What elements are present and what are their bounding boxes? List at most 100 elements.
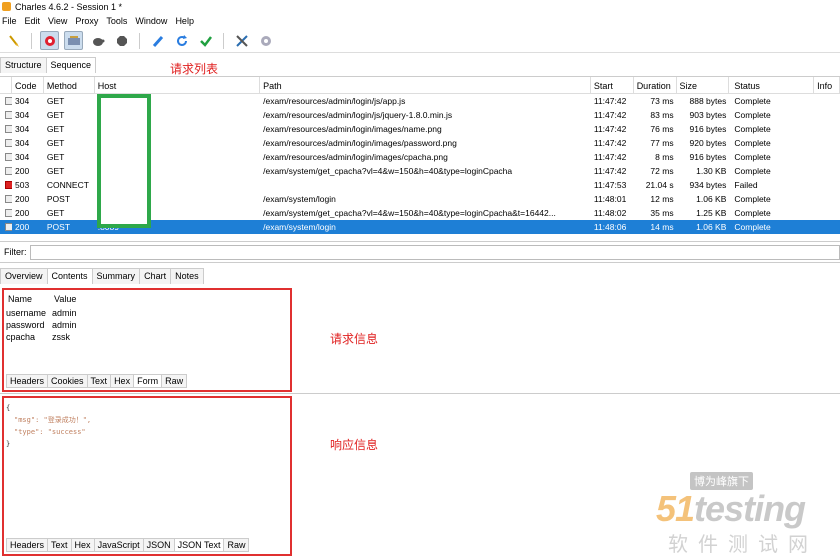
cell-method: GET xyxy=(46,124,65,134)
column-header[interactable]: Duration xyxy=(634,77,677,93)
request-icon xyxy=(0,195,12,203)
cell-method: GET xyxy=(46,152,65,162)
tab-notes[interactable]: Notes xyxy=(170,268,204,284)
check-icon[interactable] xyxy=(196,31,215,50)
column-header[interactable]: Path xyxy=(260,77,591,93)
column-header[interactable]: Info xyxy=(814,77,840,93)
param-row[interactable]: cpacha zssk xyxy=(6,332,290,344)
cell-code: 304 xyxy=(14,152,30,162)
cell-path: /exam/resources/admin/login/js/jquery-1.… xyxy=(263,110,453,120)
cell-method: GET xyxy=(46,96,65,106)
response-tab-javascript[interactable]: JavaScript xyxy=(93,538,144,552)
response-tab-hex[interactable]: Hex xyxy=(70,538,95,552)
column-header[interactable]: Start xyxy=(591,77,634,93)
tab-overview[interactable]: Overview xyxy=(0,268,48,284)
filter-input[interactable] xyxy=(29,244,840,260)
request-icon xyxy=(0,223,12,231)
cell-code: 503 xyxy=(14,180,30,190)
cell-start: 11:47:42 xyxy=(593,166,627,176)
document-icon xyxy=(5,139,12,147)
response-view-tabs: Headers Text Hex JavaScript JSON JSON Te… xyxy=(6,538,250,552)
request-tab-headers[interactable]: Headers xyxy=(6,374,49,388)
cell-path: /exam/system/login xyxy=(263,222,336,232)
tab-sequence[interactable]: Sequence xyxy=(45,57,97,73)
column-header[interactable]: Size xyxy=(677,77,730,93)
menu-window[interactable]: Window xyxy=(135,16,167,26)
cell-duration: 73 ms xyxy=(650,96,674,106)
record-icon[interactable] xyxy=(40,31,59,50)
menu-tools[interactable]: Tools xyxy=(106,16,127,26)
cell-start: 11:47:42 xyxy=(593,96,627,106)
error-icon xyxy=(5,181,12,189)
request-tab-raw[interactable]: Raw xyxy=(161,374,188,388)
request-view-tabs: Headers Cookies Text Hex Form Raw xyxy=(6,374,188,388)
request-icon xyxy=(0,181,12,189)
tab-summary[interactable]: Summary xyxy=(91,268,141,284)
view-tabs: Structure Sequence xyxy=(0,57,97,73)
cell-code: 200 xyxy=(14,194,30,204)
param-value: zssk xyxy=(52,332,70,342)
param-value: admin xyxy=(52,308,77,318)
settings-icon[interactable] xyxy=(256,31,275,50)
tab-structure[interactable]: Structure xyxy=(0,57,47,73)
tools-icon[interactable] xyxy=(232,31,251,50)
cell-size: 1.25 KB xyxy=(696,208,727,218)
param-row[interactable]: username admin xyxy=(6,308,290,320)
response-tab-text[interactable]: Text xyxy=(47,538,72,552)
response-tab-raw[interactable]: Raw xyxy=(223,538,250,552)
column-header[interactable]: Status xyxy=(729,77,815,93)
cell-code: 304 xyxy=(14,138,30,148)
detail-tabs: Overview Contents Summary Chart Notes xyxy=(0,268,204,284)
cell-status: Complete xyxy=(734,166,771,176)
menu-view[interactable]: View xyxy=(48,16,67,26)
header-icon-col xyxy=(0,77,12,93)
turtle-icon[interactable] xyxy=(88,31,107,50)
broom-icon[interactable] xyxy=(4,31,23,50)
cell-size: 916 bytes xyxy=(689,152,727,162)
document-icon xyxy=(5,111,12,119)
column-header[interactable]: Code xyxy=(12,77,44,93)
pane-divider[interactable] xyxy=(0,393,840,394)
cell-status: Complete xyxy=(734,222,771,232)
menu-proxy[interactable]: Proxy xyxy=(75,16,98,26)
response-tab-json-text[interactable]: JSON Text xyxy=(173,538,225,552)
cell-status: Complete xyxy=(734,138,771,148)
menu-edit[interactable]: Edit xyxy=(25,16,41,26)
menu-bar: File Edit View Proxy Tools Window Help xyxy=(0,13,840,29)
response-tab-headers[interactable]: Headers xyxy=(6,538,49,552)
request-tab-hex[interactable]: Hex xyxy=(110,374,135,388)
param-value: admin xyxy=(52,320,77,330)
response-panel: { "msg": "登录成功！", "type": "success" } He… xyxy=(2,396,292,556)
document-icon xyxy=(5,153,12,161)
stop-icon[interactable] xyxy=(112,31,131,50)
tab-contents[interactable]: Contents xyxy=(46,268,93,284)
column-header[interactable]: Method xyxy=(44,77,95,93)
tab-chart[interactable]: Chart xyxy=(139,268,172,284)
menu-file[interactable]: File xyxy=(2,16,17,26)
request-tab-text[interactable]: Text xyxy=(86,374,112,388)
cell-method: GET xyxy=(46,138,65,148)
toolbar xyxy=(0,29,840,53)
request-icon xyxy=(0,111,12,119)
cell-status: Complete xyxy=(734,152,771,162)
cell-status: Complete xyxy=(734,208,771,218)
menu-help[interactable]: Help xyxy=(175,16,194,26)
request-icon xyxy=(0,139,12,147)
cell-size: 916 bytes xyxy=(689,124,727,134)
column-header[interactable]: Host xyxy=(95,77,261,93)
refresh-icon[interactable] xyxy=(172,31,191,50)
cell-path: /exam/system/get_cpacha?vl=4&w=150&h=40&… xyxy=(263,166,513,176)
param-row[interactable]: password admin xyxy=(6,320,290,332)
pen-icon[interactable] xyxy=(148,31,167,50)
throttle-icon[interactable] xyxy=(64,31,83,50)
request-tab-cookies[interactable]: Cookies xyxy=(47,374,88,388)
response-tab-json[interactable]: JSON xyxy=(142,538,175,552)
param-name: cpacha xyxy=(6,332,36,342)
cell-path: /exam/resources/admin/login/images/passw… xyxy=(263,138,457,148)
cell-size: 903 bytes xyxy=(689,110,727,120)
cell-path: /exam/system/login xyxy=(263,194,336,204)
host-redaction-box xyxy=(97,94,151,228)
request-tab-form[interactable]: Form xyxy=(133,374,163,388)
cell-status: Complete xyxy=(734,194,771,204)
watermark-logo: 博为峰旗下 51testing 软件测试网 xyxy=(650,470,830,556)
